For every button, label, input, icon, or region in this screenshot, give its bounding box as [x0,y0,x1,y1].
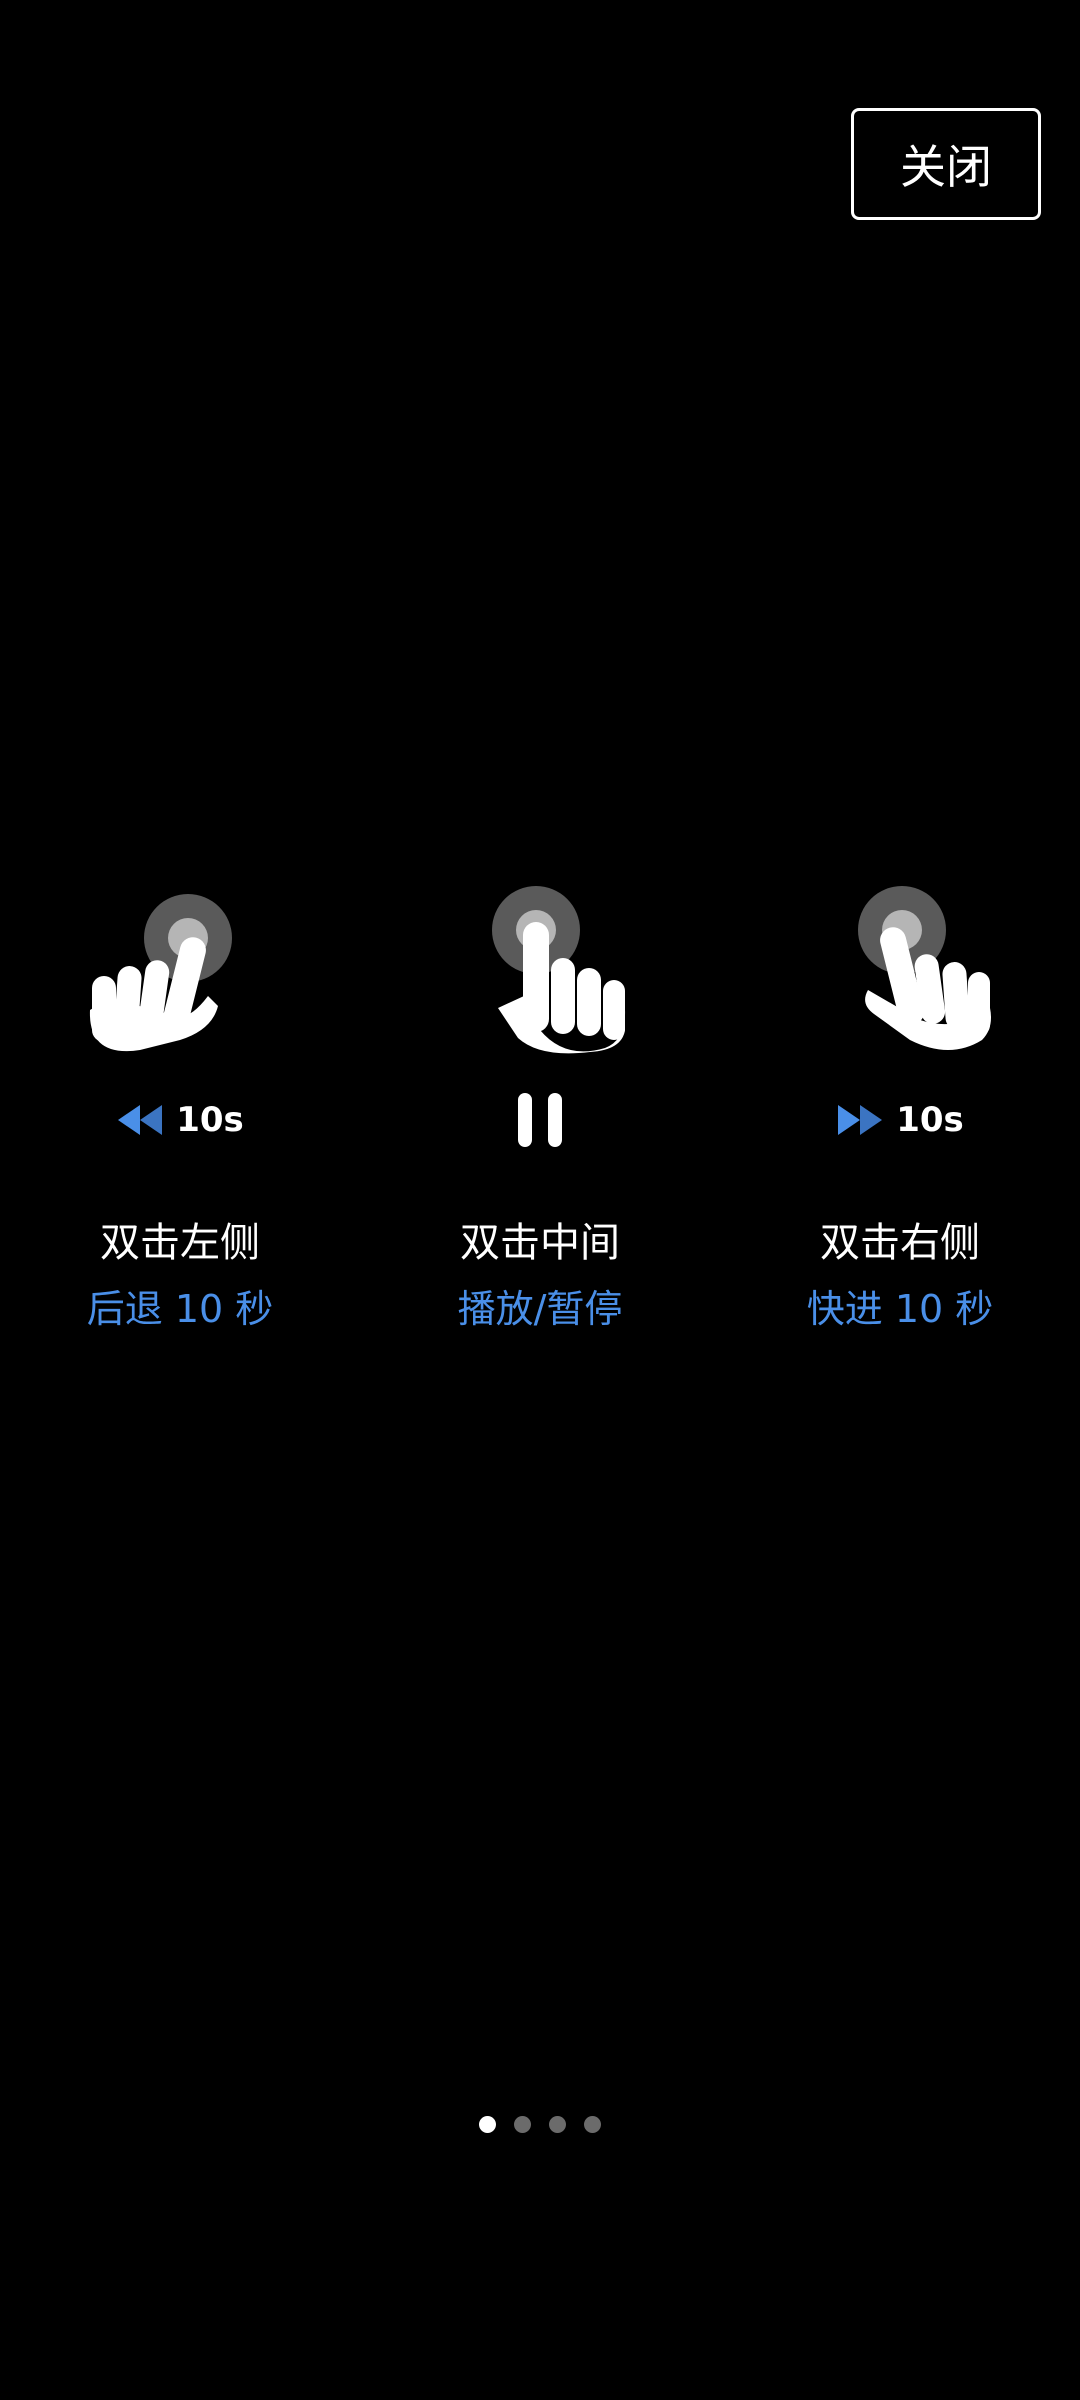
gesture-subtitle: 后退 10 秒 [86,1287,274,1331]
page-dot-4[interactable] [584,2116,601,2133]
rewind-label: 10s [176,1100,244,1140]
tap-hand-right-icon [750,880,1050,1060]
gesture-double-tap-right: 10s 双击右侧 快进 10 秒 [750,880,1050,1350]
page-indicator [0,2116,1080,2133]
gesture-subtitle: 快进 10 秒 [806,1287,994,1331]
fast-forward-icon [838,1105,883,1135]
tap-hand-left-icon [30,880,330,1060]
page-dot-2[interactable] [514,2116,531,2133]
gesture-title: 双击右侧 [820,1220,980,1266]
gesture-title: 双击左侧 [100,1220,260,1266]
page-dot-3[interactable] [549,2116,566,2133]
rewind-icon [118,1105,163,1135]
gesture-double-tap-left: 10s 双击左侧 后退 10 秒 [30,880,330,1350]
pause-icon [518,1093,562,1147]
pause-indicator [390,1080,690,1160]
fast-forward-label: 10s [896,1100,964,1140]
gesture-double-tap-center: 双击中间 播放/暂停 [390,880,690,1350]
close-button[interactable]: 关闭 [851,108,1041,220]
gesture-subtitle: 播放/暂停 [457,1287,623,1331]
gesture-title: 双击中间 [460,1220,620,1266]
tap-hand-center-icon [390,880,690,1060]
fast-forward-indicator: 10s [750,1080,1050,1160]
page-dot-1[interactable] [479,2116,496,2133]
rewind-indicator: 10s [30,1080,330,1160]
